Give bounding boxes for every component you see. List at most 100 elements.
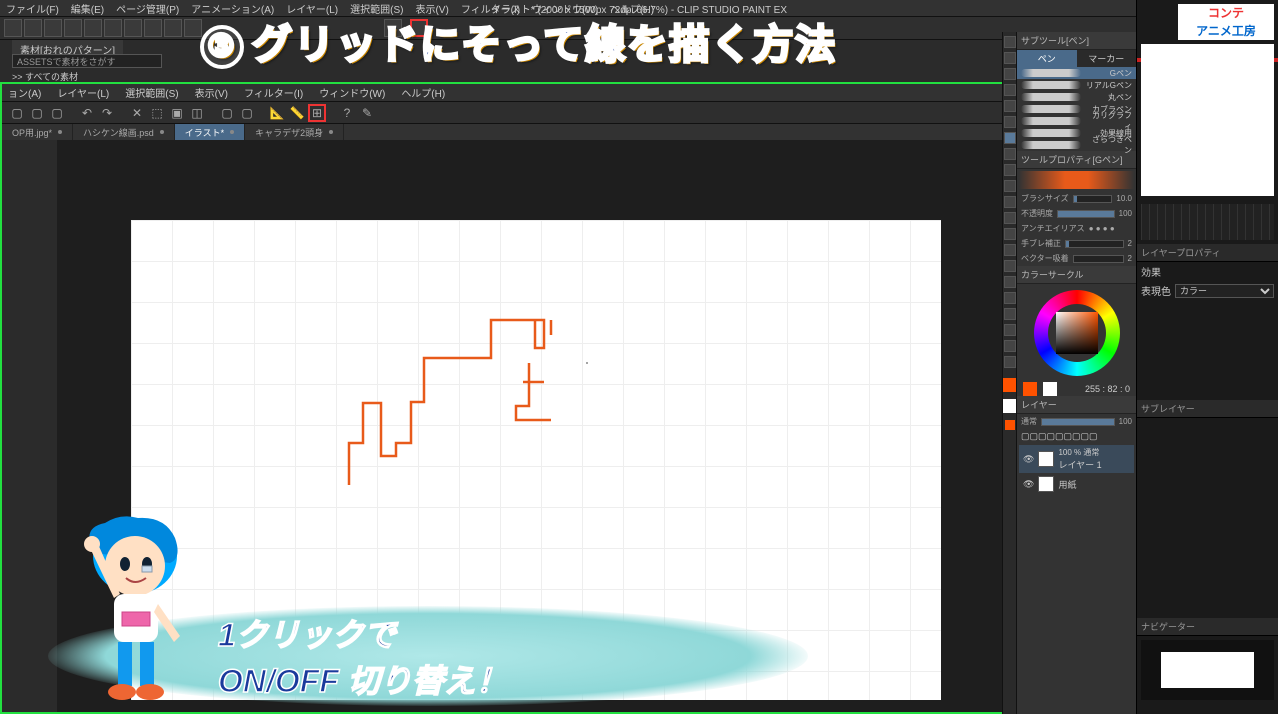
brush-item[interactable]: ざらつきペン [1017,139,1136,151]
fg-color-swatch[interactable] [1023,382,1037,396]
move-icon[interactable] [1004,52,1016,64]
smartphone-icon[interactable]: ✎ [358,104,376,122]
pen-tool-icon[interactable] [1004,132,1016,144]
pencil-icon[interactable] [1004,148,1016,160]
eye-icon[interactable]: 👁 [1023,479,1034,490]
toolbar-icon[interactable] [24,19,42,37]
figure-icon[interactable] [1004,276,1016,288]
tab-active[interactable]: イラスト* [175,124,245,140]
snap-ruler-icon[interactable]: 📐 [268,104,286,122]
brush-item[interactable]: カリグラフィ [1017,115,1136,127]
frame-icon[interactable] [1004,292,1016,304]
menu-item[interactable]: 編集(E) [71,1,104,16]
subtool-tab-pen[interactable]: ペン [1017,50,1077,67]
menu-item[interactable]: 表示(V) [195,85,228,100]
rgb-readout: 255 : 82 : 0 [1063,384,1130,394]
bg-color-swatch[interactable] [1043,382,1057,396]
rotate-icon[interactable] [1004,68,1016,80]
prop-vector[interactable]: ベクター吸着2 [1017,251,1136,266]
gradient-icon[interactable] [1004,260,1016,272]
fill-tool-icon[interactable] [1004,244,1016,256]
timeline-strip[interactable] [1141,204,1274,240]
wand-icon[interactable] [1004,100,1016,112]
toolbar-icon[interactable] [144,19,162,37]
subtool-tab-marker[interactable]: マーカー [1077,50,1137,67]
layerprop-header[interactable]: レイヤープロパティ [1137,244,1278,262]
toolbar-icon[interactable] [64,19,82,37]
zoom-icon[interactable] [1004,36,1016,48]
channel-logo: コンテアニメ工房 [1178,4,1274,40]
layer-header[interactable]: レイヤー [1017,396,1136,414]
select-all-icon[interactable]: ▢ [218,104,236,122]
clear-icon[interactable]: ✕ [128,104,146,122]
document-tabs: OP用.jpg* ハシケン線画.psd イラスト* キャラデザ2頭身 [2,124,1014,140]
assets-search-input[interactable]: ASSETSで素材をさがす [12,54,162,68]
menu-item[interactable]: ョン(A) [8,85,41,100]
layer-item[interactable]: 👁100 % 通常レイヤー 1 [1019,445,1134,473]
toolbar-icon[interactable] [84,19,102,37]
assist-icon[interactable]: ? [338,104,356,122]
balloon-icon[interactable] [1004,340,1016,352]
new-icon[interactable]: ▢ [8,104,26,122]
fg-swatch[interactable] [1003,378,1017,392]
brush-item[interactable]: Gペン [1017,67,1136,79]
navigator-header[interactable]: ナビゲーター [1137,618,1278,636]
tab[interactable]: キャラデザ2頭身 [245,124,344,140]
displaycolor-row[interactable]: 表現色カラー [1137,281,1278,300]
select-tool-icon[interactable] [1004,84,1016,96]
text-icon[interactable] [1004,324,1016,336]
crop-icon[interactable]: ◫ [188,104,206,122]
toolbar-icon[interactable] [124,19,142,37]
eye-icon[interactable]: 👁 [1023,454,1034,465]
snap-special-icon[interactable]: 📏 [288,104,306,122]
layer-blend[interactable]: 通常100 [1017,414,1136,429]
save-icon[interactable]: ▢ [48,104,66,122]
menu-item[interactable]: フィルター(I) [244,85,303,100]
blend-icon[interactable] [1004,228,1016,240]
ruler-tool-icon[interactable] [1004,308,1016,320]
menu-item[interactable]: 選択範囲(S) [125,85,178,100]
menu-item[interactable]: ウィンドウ(W) [319,85,385,100]
open-icon[interactable]: ▢ [28,104,46,122]
toolbar-icon[interactable] [4,19,22,37]
deselect-icon[interactable]: ▢ [238,104,256,122]
navigator-view[interactable] [1141,640,1274,700]
menu-item[interactable]: ファイル(F) [6,1,59,16]
brush-item[interactable]: リアルGペン [1017,79,1136,91]
correct-icon[interactable] [1004,356,1016,368]
snap-grid-toggle-icon[interactable]: ⊞ [308,104,326,122]
prop-opacity[interactable]: 不透明度100 [1017,206,1136,221]
tab[interactable]: OP用.jpg* [2,124,73,140]
layer-item[interactable]: 👁用紙 [1019,474,1134,494]
eraser-icon[interactable] [1004,212,1016,224]
menu-item[interactable]: ヘルプ(H) [401,85,445,100]
toolbar-icon[interactable] [164,19,182,37]
color-mode-select[interactable]: カラー [1175,284,1274,298]
eyedropper-icon[interactable] [1004,116,1016,128]
airbrush-icon[interactable] [1004,180,1016,192]
toolbar-icon[interactable] [44,19,62,37]
prop-brushsize[interactable]: ブラシサイズ10.0 [1017,191,1136,206]
color-wheel[interactable] [1034,290,1120,376]
toolprop-header[interactable]: ツールプロパティ[Gペン] [1017,151,1136,169]
fill-icon[interactable]: ▣ [168,104,186,122]
prop-stabilize[interactable]: 手ブレ補正2 [1017,236,1136,251]
redo-icon[interactable]: ↷ [98,104,116,122]
color-header[interactable]: カラーサークル [1017,266,1136,284]
layer-buttons[interactable]: ▢▢▢▢▢▢▢▢▢ [1017,429,1136,444]
menu-item[interactable]: レイヤー(L) [57,85,109,100]
brush-item[interactable]: 丸ペン [1017,91,1136,103]
subtool-header[interactable]: サブツール[ペン] [1017,32,1136,50]
select-icon[interactable]: ⬚ [148,104,166,122]
brush-icon[interactable] [1004,164,1016,176]
prop-antialias[interactable]: アンチエイリアス● ● ● ● [1017,221,1136,236]
sublayer-header[interactable]: サブレイヤー [1137,400,1278,418]
bg-swatch[interactable] [1003,399,1017,413]
menu-item[interactable]: ページ管理(P) [116,1,179,16]
tab[interactable]: ハシケン線画.psd [73,124,175,140]
mini-swatch[interactable] [1005,420,1015,430]
toolbar-icon[interactable] [104,19,122,37]
undo-icon[interactable]: ↶ [78,104,96,122]
editor-preview[interactable] [1141,44,1274,196]
deco-icon[interactable] [1004,196,1016,208]
